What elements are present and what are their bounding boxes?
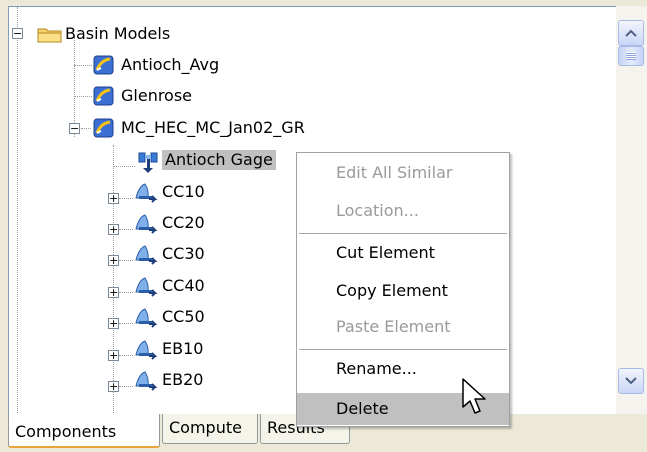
menu-item-paste-element[interactable]: Paste Element [297,311,509,343]
expand-toggle[interactable]: + [108,350,119,361]
tree-node-cc30[interactable]: CC30 [134,239,208,269]
tree-node-label: MC_HEC_MC_Jan02_GR [121,118,305,137]
tree-node-antioch-gage[interactable]: Antioch Gage [137,145,276,175]
tree-line [119,229,133,230]
basin-model-icon [93,86,115,106]
tree-node-cc50[interactable]: CC50 [134,302,208,332]
tree-line [119,386,133,387]
collapse-toggle[interactable]: − [69,123,80,134]
expand-toggle[interactable]: + [108,318,119,329]
subbasin-icon [134,213,158,234]
tree-line [113,166,135,167]
tree-node-label: CC40 [162,276,205,295]
menu-item-location[interactable]: Location... [297,195,509,227]
tree-line [119,323,133,324]
mouse-cursor-icon [462,378,486,414]
gage-icon [137,150,159,173]
chevron-up-icon [625,29,637,37]
tree-line [119,260,133,261]
tree-node-cc20[interactable]: CC20 [134,208,208,238]
menu-item-cut-element[interactable]: Cut Element [297,237,509,269]
expand-toggle[interactable]: + [108,224,119,235]
tree-node-cc40[interactable]: CC40 [134,271,208,301]
tree-node-label: CC10 [162,182,205,201]
tree-node-basin-models[interactable]: Basin Models [37,19,173,49]
expand-toggle[interactable]: + [108,381,119,392]
expand-toggle[interactable]: + [108,287,119,298]
menu-separator [299,349,507,350]
panel-border-left [0,0,8,420]
tree-line [119,355,133,356]
scroll-thumb[interactable] [618,46,644,66]
tab-label: Compute [169,418,242,437]
basin-model-icon [93,55,115,75]
tab-compute[interactable]: Compute [162,414,258,444]
tree-node-antioch-avg[interactable]: Antioch_Avg [93,50,222,80]
tree-line [119,292,133,293]
tree-line [74,96,92,97]
basin-model-icon [93,118,115,138]
subbasin-icon [134,244,158,265]
grip-icon [626,52,636,60]
tree-node-label: CC50 [162,307,205,326]
tree-node-label: Antioch Gage [162,150,276,170]
tree-node-eb10[interactable]: EB10 [134,334,206,364]
tree-node-label: Antioch_Avg [121,55,220,74]
tree-line [81,128,91,129]
scroll-down-button[interactable] [618,368,644,394]
menu-item-edit-all-similar[interactable]: Edit All Similar [297,157,509,189]
tree-line [17,7,18,415]
scroll-up-button[interactable] [618,20,644,46]
subbasin-icon [134,307,158,328]
expand-toggle[interactable]: + [108,255,119,266]
tree-node-mc-hec-mc-jan02-gr[interactable]: MC_HEC_MC_Jan02_GR [93,113,308,143]
tree-node-label: CC20 [162,213,205,232]
tree-node-label: Glenrose [121,86,193,105]
tree-line [113,145,114,415]
tab-components[interactable]: Components [8,414,160,448]
subbasin-icon [134,339,158,360]
subbasin-icon [134,370,158,391]
tree-node-cc10[interactable]: CC10 [134,177,208,207]
tree-node-label: Basin Models [65,24,171,43]
subbasin-icon [134,182,158,203]
tree-line [74,65,92,66]
tree-node-label: CC30 [162,244,205,263]
tree-node-eb20[interactable]: EB20 [134,365,206,395]
vertical-scrollbar[interactable] [616,6,647,414]
tree-node-label: EB20 [162,370,204,389]
tab-label: Components [15,422,117,441]
tree-line [119,198,133,199]
menu-separator [299,233,507,234]
folder-icon [37,24,62,44]
tree-node-label: EB10 [162,339,204,358]
menu-item-copy-element[interactable]: Copy Element [297,275,509,307]
tree-node-glenrose[interactable]: Glenrose [93,81,195,111]
chevron-down-icon [625,377,637,385]
collapse-toggle[interactable]: − [12,28,23,39]
expand-toggle[interactable]: + [108,193,119,204]
subbasin-icon [134,276,158,297]
